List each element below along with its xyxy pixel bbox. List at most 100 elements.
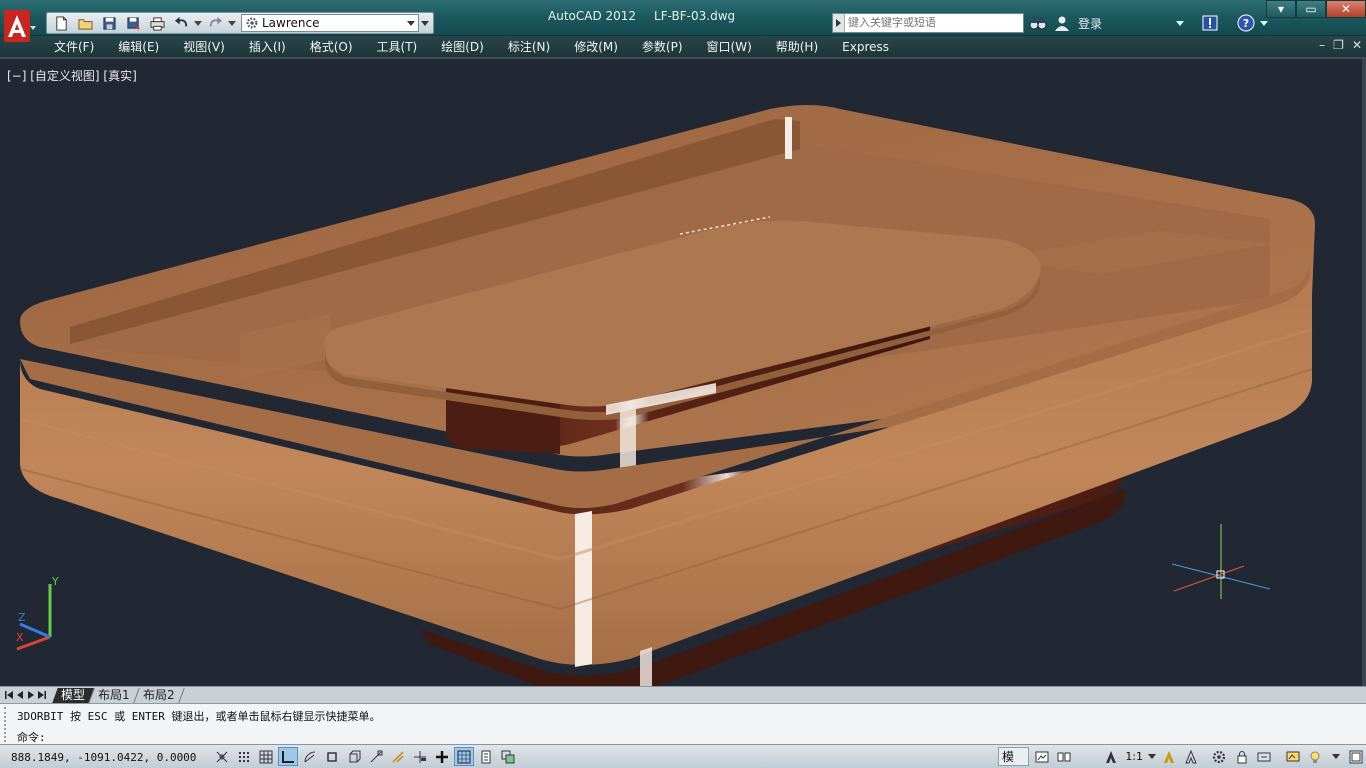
axis-label-x: X — [16, 631, 24, 644]
workspace-select[interactable]: Lawrence — [241, 14, 419, 32]
annotation-scale-button[interactable] — [1101, 747, 1120, 766]
tab-model[interactable]: 模型 — [52, 687, 95, 703]
coordinate-readout[interactable]: 888.1849, -1091.0422, 0.0000 — [11, 751, 196, 764]
ducs-toggle[interactable] — [388, 747, 408, 766]
command-history: 3DORBIT 按 ESC 或 ENTER 键退出，或者单击鼠标右键显示快捷菜单… — [17, 710, 381, 723]
quick-view-drawings-button[interactable] — [1055, 747, 1074, 766]
tab-layout2[interactable]: 布局2 — [133, 687, 185, 703]
login-link[interactable]: 登录 — [1078, 15, 1102, 32]
exchange-button[interactable] — [1200, 13, 1220, 33]
doc-close-icon[interactable]: ✕ — [1352, 38, 1362, 52]
lock-ui-button[interactable] — [1232, 747, 1251, 766]
play-icon — [836, 19, 841, 27]
chevron-down-icon — [194, 20, 202, 26]
menu-parametric[interactable]: 参数(P) — [642, 38, 683, 55]
menu-modify[interactable]: 修改(M) — [574, 38, 618, 55]
command-window-grip[interactable] — [4, 707, 10, 742]
window-title: AutoCAD 2012 LF-BF-03.dwg — [548, 9, 735, 23]
light-bulb-button[interactable] — [1305, 747, 1324, 766]
gear-icon — [246, 17, 258, 29]
menu-help[interactable]: 帮助(H) — [776, 38, 818, 55]
annotation-scale-value[interactable]: 1:1 — [1125, 750, 1143, 763]
menu-insert[interactable]: 插入(I) — [249, 38, 286, 55]
help-search-input[interactable] — [848, 17, 1018, 29]
close-button[interactable]: ✕ — [1326, 0, 1366, 18]
ortho-mode-toggle[interactable] — [278, 747, 298, 766]
layout-tabs-bar: 模型 布局1 布局2 — [0, 686, 1366, 703]
open-button[interactable] — [73, 14, 97, 32]
model-space-button[interactable]: 模型 — [998, 747, 1030, 766]
isolate-objects-button[interactable] — [1283, 747, 1302, 766]
chevron-down-icon — [228, 20, 236, 26]
command-line-input[interactable]: 命令: — [17, 729, 46, 745]
customize-qat-button[interactable] — [419, 14, 431, 32]
undo-dropdown[interactable] — [193, 14, 203, 32]
status-menu-dropdown-icon[interactable] — [1331, 754, 1340, 759]
tab-layout1[interactable]: 布局1 — [89, 687, 140, 703]
login-dropdown-icon[interactable] — [1176, 20, 1185, 26]
3d-osnap-toggle[interactable] — [344, 747, 364, 766]
save-button[interactable] — [97, 14, 121, 32]
help-button[interactable]: ? — [1236, 13, 1256, 33]
selection-cycling-icon — [501, 750, 515, 763]
prev-icon — [17, 691, 23, 699]
drafting-tools — [212, 747, 518, 766]
grid-icon — [259, 750, 273, 763]
ucs-icon: Y Z X — [16, 575, 59, 651]
snap-icon — [239, 751, 249, 762]
user-icon-button[interactable] — [1052, 13, 1072, 33]
menu-draw[interactable]: 绘图(D) — [441, 38, 484, 55]
object-snap-toggle[interactable] — [322, 747, 342, 766]
menu-dimension[interactable]: 标注(N) — [508, 38, 550, 55]
workspace-switching-button[interactable] — [1210, 747, 1229, 766]
last-tab-button[interactable] — [37, 689, 47, 701]
snap-mode-toggle[interactable] — [234, 747, 254, 766]
redo-dropdown[interactable] — [227, 14, 237, 32]
menu-tools[interactable]: 工具(T) — [377, 38, 418, 55]
viewport-controls-label[interactable]: [−] [自定义视图] [真实] — [7, 67, 137, 84]
hardware-acceleration-button[interactable] — [1255, 747, 1274, 766]
dynamic-input-toggle[interactable] — [410, 747, 430, 766]
next-tab-button[interactable] — [26, 689, 36, 701]
3d-model-rendering[interactable]: Y Z X — [0, 59, 1366, 688]
quick-properties-toggle[interactable] — [476, 747, 496, 766]
grid-display-toggle[interactable] — [256, 747, 276, 766]
polar-tracking-toggle[interactable] — [300, 747, 320, 766]
annotation-visibility-button[interactable] — [1159, 747, 1178, 766]
application-menu-button[interactable] — [0, 0, 40, 56]
lineweight-toggle[interactable] — [432, 747, 452, 766]
search-button[interactable] — [1028, 13, 1048, 33]
infer-constraints-toggle[interactable] — [212, 747, 232, 766]
clean-screen-button[interactable] — [1347, 747, 1366, 766]
first-tab-button[interactable] — [4, 689, 14, 701]
title-bar: Lawrence AutoCAD 2012 LF-BF-03.dwg 登录 — [0, 0, 1366, 42]
close-icon: ✕ — [1340, 2, 1352, 16]
plot-button[interactable] — [145, 14, 169, 32]
drawing-viewport[interactable]: Y Z X [−] [自定义视图] [真实] — [0, 57, 1366, 688]
restore-button[interactable]: ▭ — [1296, 0, 1326, 18]
menu-file[interactable]: 文件(F) — [54, 38, 94, 55]
menu-express[interactable]: Express — [842, 40, 889, 54]
selection-cycling-toggle[interactable] — [498, 747, 518, 766]
doc-restore-icon[interactable]: ❐ — [1333, 38, 1344, 52]
otrack-toggle[interactable] — [366, 747, 386, 766]
crosshair-cursor — [1171, 524, 1271, 599]
auto-scale-button[interactable] — [1181, 747, 1200, 766]
redo-button[interactable] — [203, 14, 227, 32]
scale-dropdown-icon[interactable] — [1148, 754, 1157, 759]
prev-tab-button[interactable] — [15, 689, 25, 701]
doc-minimize-icon[interactable]: – — [1319, 38, 1325, 52]
help-dropdown-icon[interactable] — [1260, 20, 1269, 26]
menu-window[interactable]: 窗口(W) — [707, 38, 752, 55]
menu-format[interactable]: 格式(O) — [310, 38, 353, 55]
quick-view-layouts-button[interactable] — [1032, 747, 1051, 766]
expand-search-button[interactable] — [833, 14, 845, 32]
menu-view[interactable]: 视图(V) — [183, 38, 225, 55]
minimize-button[interactable]: ▾ — [1266, 0, 1296, 18]
save-as-button[interactable] — [121, 14, 145, 32]
transparency-icon — [457, 750, 471, 763]
menu-edit[interactable]: 编辑(E) — [118, 38, 159, 55]
new-button[interactable] — [49, 14, 73, 32]
transparency-toggle[interactable] — [454, 747, 474, 766]
undo-button[interactable] — [169, 14, 193, 32]
